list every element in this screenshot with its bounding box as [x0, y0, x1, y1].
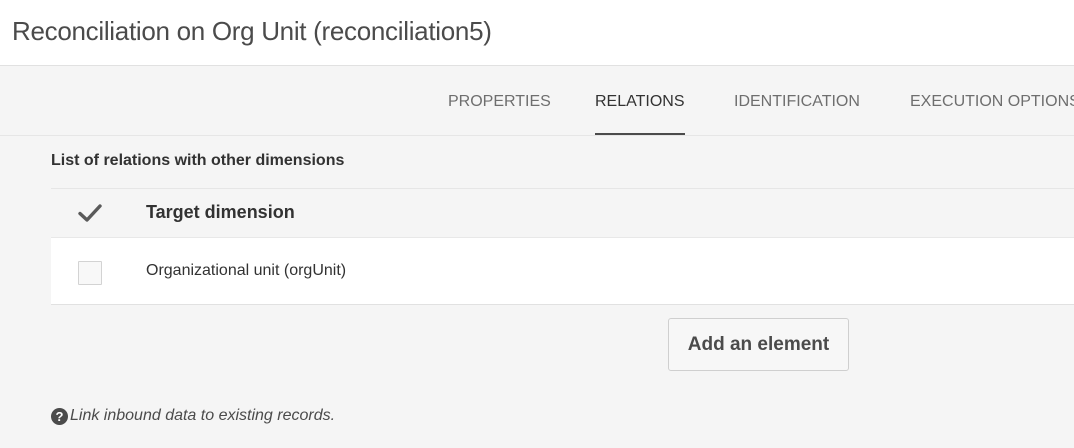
- help-text-label: Link inbound data to existing records.: [70, 407, 336, 424]
- title-bar: Reconciliation on Org Unit (reconciliati…: [0, 0, 1074, 66]
- add-element-button[interactable]: Add an element: [668, 318, 849, 371]
- table-header: Target dimension: [51, 188, 1074, 237]
- tab-execution-options[interactable]: EXECUTION OPTIONS: [910, 93, 1074, 135]
- table-row[interactable]: Organizational unit (orgUnit): [51, 237, 1074, 305]
- tab-properties[interactable]: PROPERTIES: [448, 93, 551, 135]
- checkmark-icon[interactable]: [78, 203, 102, 223]
- tab-relations[interactable]: RELATIONS: [595, 93, 685, 135]
- relations-table: Target dimension Organizational unit (or…: [51, 188, 1074, 305]
- target-dimension-cell: Organizational unit (orgUnit): [146, 262, 347, 279]
- help-text: ? Link inbound data to existing records.: [51, 407, 335, 425]
- tab-identification[interactable]: IDENTIFICATION: [734, 93, 860, 135]
- row-checkbox[interactable]: [78, 261, 102, 285]
- tab-bar: PROPERTIES RELATIONS IDENTIFICATION EXEC…: [0, 67, 1074, 136]
- question-circle-icon: ?: [51, 407, 68, 425]
- page-title: Reconciliation on Org Unit (reconciliati…: [12, 16, 492, 46]
- section-label: List of relations with other dimensions: [51, 152, 345, 169]
- column-header-target-dimension: Target dimension: [146, 202, 295, 222]
